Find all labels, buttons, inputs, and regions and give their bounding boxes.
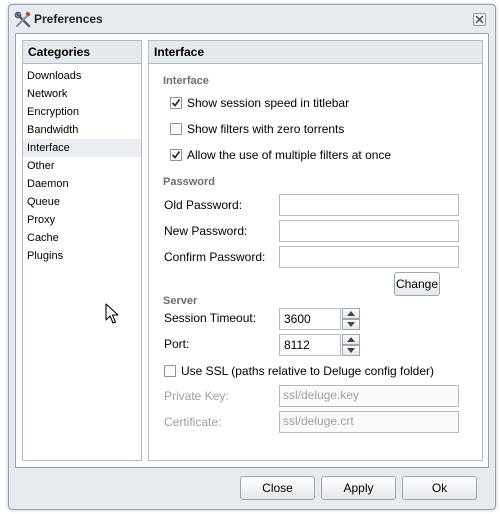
category-item-queue[interactable]: Queue — [23, 193, 141, 211]
category-item-plugins[interactable]: Plugins — [23, 247, 141, 265]
mouse-cursor-icon — [105, 303, 119, 328]
category-item-other[interactable]: Other — [23, 157, 141, 175]
show-zero-filters-label: Show filters with zero torrents — [187, 122, 345, 136]
ok-button[interactable]: Ok — [402, 476, 477, 500]
multiple-filters-label: Allow the use of multiple filters at onc… — [187, 148, 392, 162]
window-title: Preferences — [34, 12, 103, 26]
category-item-bandwidth[interactable]: Bandwidth — [23, 121, 141, 139]
old-password-label: Old Password: — [164, 198, 243, 212]
use-ssl-label: Use SSL (paths relative to Deluge config… — [181, 364, 435, 378]
close-button[interactable]: Close — [240, 476, 315, 500]
new-password-input[interactable] — [279, 220, 459, 242]
session-timeout-label: Session Timeout: — [164, 311, 257, 325]
category-item-downloads[interactable]: Downloads — [23, 67, 141, 85]
category-item-encryption[interactable]: Encryption — [23, 103, 141, 121]
confirm-password-label: Confirm Password: — [164, 250, 266, 264]
apply-button[interactable]: Apply — [321, 476, 396, 500]
show-session-speed-label: Show session speed in titlebar — [187, 96, 350, 110]
session-timeout-spinner[interactable] — [342, 308, 360, 330]
confirm-password-input[interactable] — [279, 246, 459, 268]
preferences-content: Categories Downloads Network Encryption … — [15, 33, 489, 468]
interface-section-label: Interface — [163, 75, 209, 87]
use-ssl-checkbox[interactable] — [164, 365, 176, 377]
private-key-input[interactable]: ssl/deluge.key — [279, 385, 459, 407]
spinner-up-icon[interactable] — [342, 334, 360, 345]
checkmark-icon — [171, 99, 181, 107]
certificate-input[interactable]: ssl/deluge.crt — [279, 411, 459, 433]
multiple-filters-checkbox[interactable] — [170, 149, 182, 161]
categories-header: Categories — [23, 41, 141, 64]
categories-panel: Categories Downloads Network Encryption … — [22, 40, 142, 461]
show-session-speed-checkbox[interactable] — [170, 97, 182, 109]
close-icon — [475, 13, 484, 27]
spinner-up-icon[interactable] — [342, 308, 360, 319]
change-password-button[interactable]: Change — [394, 272, 440, 296]
new-password-label: New Password: — [164, 224, 248, 238]
show-zero-filters-checkbox[interactable] — [170, 123, 182, 135]
password-section-label: Password — [163, 176, 215, 188]
category-item-interface[interactable]: Interface — [23, 139, 141, 157]
window-close-button[interactable] — [473, 13, 486, 26]
session-timeout-input[interactable]: 3600 — [279, 308, 341, 330]
port-input[interactable]: 8112 — [279, 334, 341, 356]
interface-panel-header: Interface — [149, 41, 482, 64]
certificate-label: Certificate: — [164, 415, 222, 429]
category-item-cache[interactable]: Cache — [23, 229, 141, 247]
port-spinner[interactable] — [342, 334, 360, 356]
category-item-proxy[interactable]: Proxy — [23, 211, 141, 229]
checkmark-icon — [171, 151, 181, 159]
private-key-label: Private Key: — [164, 389, 229, 403]
old-password-input[interactable] — [279, 194, 459, 216]
interface-panel: Interface Interface Show session speed i… — [148, 40, 483, 461]
tools-icon — [14, 11, 32, 29]
preferences-window: Preferences Categories Downloads Network… — [8, 4, 496, 510]
server-section-label: Server — [163, 295, 198, 307]
title-bar[interactable]: Preferences — [9, 5, 495, 33]
category-item-daemon[interactable]: Daemon — [23, 175, 141, 193]
spinner-down-icon[interactable] — [342, 345, 360, 356]
categories-list: Downloads Network Encryption Bandwidth I… — [23, 64, 141, 265]
spinner-down-icon[interactable] — [342, 319, 360, 330]
category-item-network[interactable]: Network — [23, 85, 141, 103]
port-label: Port: — [164, 337, 190, 351]
